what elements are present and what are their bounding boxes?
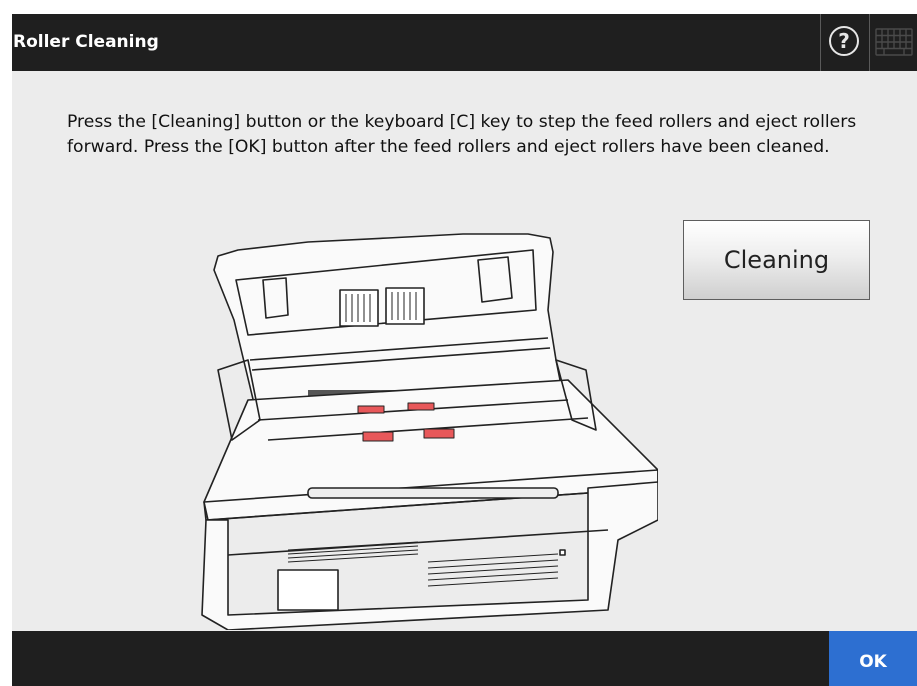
question-mark-circle-icon: ?: [829, 26, 859, 56]
scanner-open-rollers-illustration: [201, 233, 658, 630]
help-button[interactable]: ?: [820, 14, 868, 71]
ok-button[interactable]: OK: [829, 631, 917, 686]
footer-bar: OK: [12, 631, 917, 686]
keyboard-icon: [875, 28, 913, 56]
cleaning-button[interactable]: Cleaning: [683, 220, 870, 300]
keyboard-button[interactable]: [869, 14, 917, 71]
roller-cleaning-window: Roller Cleaning ? Press the [Cleaning] b…: [12, 14, 917, 686]
page-title: Roller Cleaning: [13, 32, 159, 52]
title-bar: Roller Cleaning ?: [12, 14, 917, 71]
instruction-text: Press the [Cleaning] button or the keybo…: [67, 112, 857, 157]
